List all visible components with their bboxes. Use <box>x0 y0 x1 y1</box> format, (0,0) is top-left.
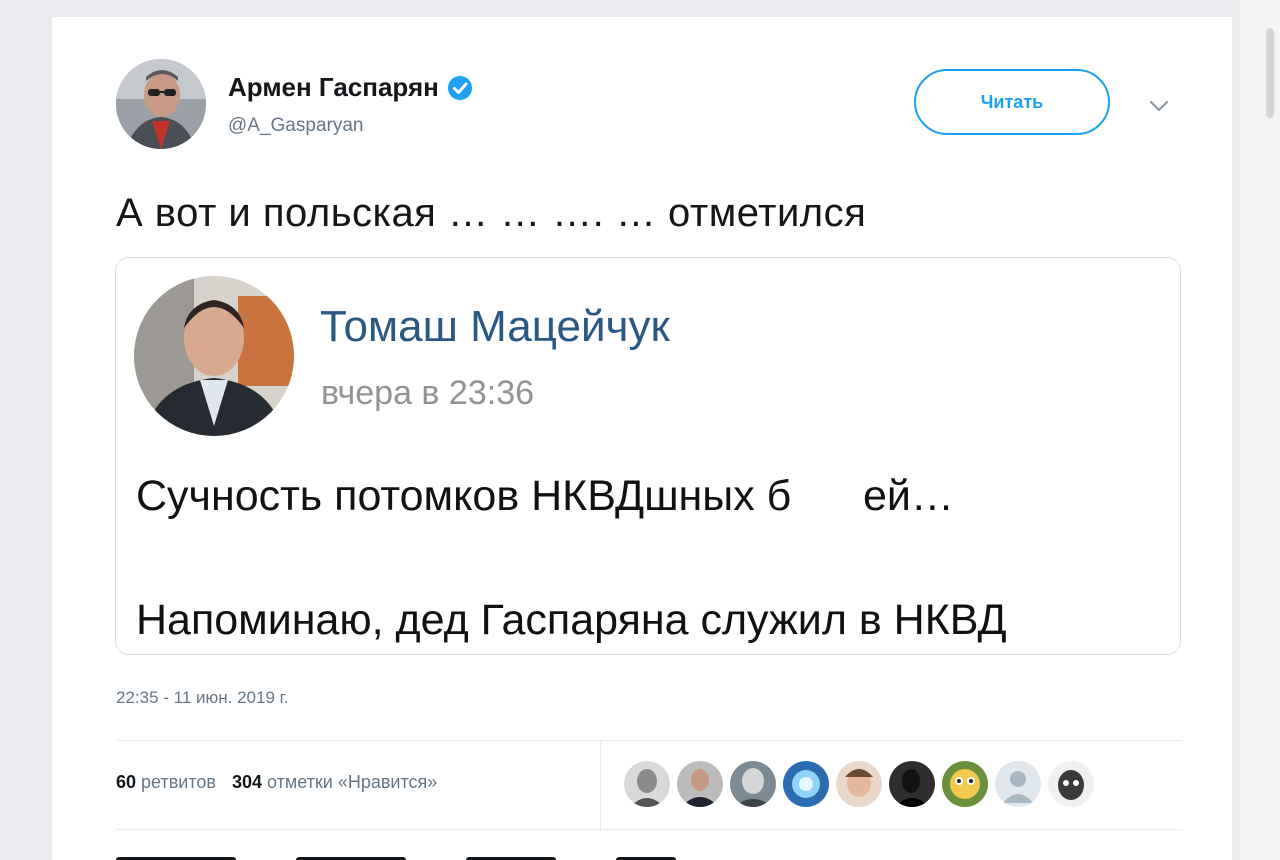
liker-avatar[interactable] <box>730 761 776 807</box>
retweets-stat[interactable]: 60 ретвитов <box>116 772 216 792</box>
liker-avatar[interactable] <box>942 761 988 807</box>
retweets-count: 60 <box>116 772 137 792</box>
author-handle[interactable]: @A_Gasparyan <box>228 115 363 137</box>
embed-text-line-2: Напоминаю, дед Гаспаряна служил в НКВД <box>136 596 1007 644</box>
scrollbar-thumb[interactable] <box>1266 28 1274 118</box>
author-avatar[interactable] <box>116 59 206 149</box>
embed-author-name: Томаш Мацейчук <box>320 302 670 351</box>
tweet-stats: 60 ретвитов 304 отметки «Нравится» <box>116 772 437 793</box>
stats-separator <box>600 741 601 831</box>
author-name-text: Армен Гаспарян <box>228 72 439 102</box>
liker-avatar[interactable] <box>677 761 723 807</box>
liker-avatar[interactable] <box>889 761 935 807</box>
likes-label: отметки «Нравится» <box>267 772 438 792</box>
divider <box>116 829 1182 830</box>
follow-button[interactable]: Читать <box>914 69 1110 135</box>
liker-avatar[interactable] <box>836 761 882 807</box>
liker-avatar[interactable] <box>624 761 670 807</box>
tweet-text: А вот и польская … … …. … отметился <box>116 191 867 235</box>
liker-avatars <box>624 761 1101 807</box>
attached-image[interactable]: Томаш Мацейчук вчера в 23:36 Сучность по… <box>115 257 1181 655</box>
liker-avatar[interactable] <box>995 761 1041 807</box>
verified-badge-icon <box>447 75 473 101</box>
divider <box>116 740 1182 741</box>
scrollbar-track[interactable] <box>1240 0 1280 860</box>
likes-stat[interactable]: 304 отметки «Нравится» <box>232 772 437 792</box>
liker-avatar[interactable] <box>783 761 829 807</box>
author-name[interactable]: Армен Гаспарян <box>228 72 473 103</box>
liker-avatar[interactable] <box>1048 761 1094 807</box>
embed-post-time: вчера в 23:36 <box>321 374 535 412</box>
chevron-down-icon[interactable] <box>1147 97 1171 115</box>
tweet-card: Армен Гаспарян @A_Gasparyan Читать А вот… <box>52 17 1232 860</box>
embed-author-avatar <box>134 276 294 436</box>
likes-count: 304 <box>231 772 262 792</box>
embed-text-line-1: Сучность потомков НКВДшных б ей… <box>136 472 954 520</box>
tweet-timestamp[interactable]: 22:35 - 11 июн. 2019 г. <box>116 688 289 708</box>
retweets-label: ретвитов <box>141 772 216 792</box>
